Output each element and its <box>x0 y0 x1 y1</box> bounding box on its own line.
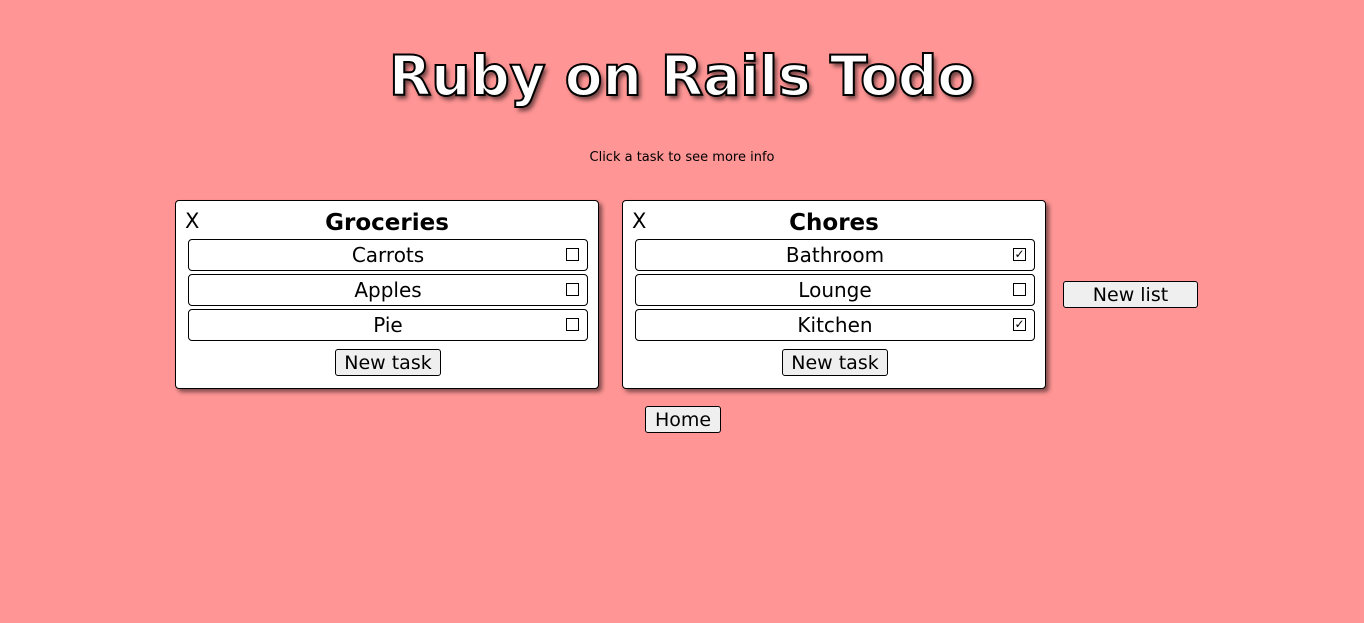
home-button[interactable]: Home <box>645 406 721 433</box>
list-card-groceries: X Groceries Carrots Apples Pie New task <box>175 200 599 389</box>
task-name: Carrots <box>351 243 425 267</box>
list-title: Groceries <box>325 210 449 236</box>
page-title: Ruby on Rails Todo <box>388 43 976 109</box>
new-list-button[interactable]: New list <box>1063 281 1198 308</box>
task-name: Apples <box>354 278 422 302</box>
task-item[interactable]: Carrots <box>188 239 588 271</box>
task-checkbox[interactable] <box>566 283 579 296</box>
task-checkbox[interactable]: ✓ <box>1013 318 1026 331</box>
task-checkbox[interactable] <box>566 318 579 331</box>
task-name: Pie <box>373 313 403 337</box>
task-item[interactable]: Pie <box>188 309 588 341</box>
task-name: Lounge <box>798 278 872 302</box>
list-card-chores: X Chores Bathroom ✓ Lounge Kitchen ✓ New… <box>622 200 1046 389</box>
task-item[interactable]: Lounge <box>635 274 1035 306</box>
task-checkbox[interactable] <box>1013 283 1026 296</box>
task-checkbox[interactable]: ✓ <box>1013 248 1026 261</box>
new-task-button[interactable]: New task <box>782 349 888 376</box>
task-checkbox[interactable] <box>566 248 579 261</box>
task-name: Bathroom <box>785 243 885 267</box>
task-item[interactable]: Apples <box>188 274 588 306</box>
list-title: Chores <box>789 210 879 236</box>
new-task-button[interactable]: New task <box>335 349 441 376</box>
task-item[interactable]: Kitchen ✓ <box>635 309 1035 341</box>
task-item[interactable]: Bathroom ✓ <box>635 239 1035 271</box>
instructions-text: Click a task to see more info <box>589 150 775 165</box>
task-name: Kitchen <box>797 313 873 337</box>
